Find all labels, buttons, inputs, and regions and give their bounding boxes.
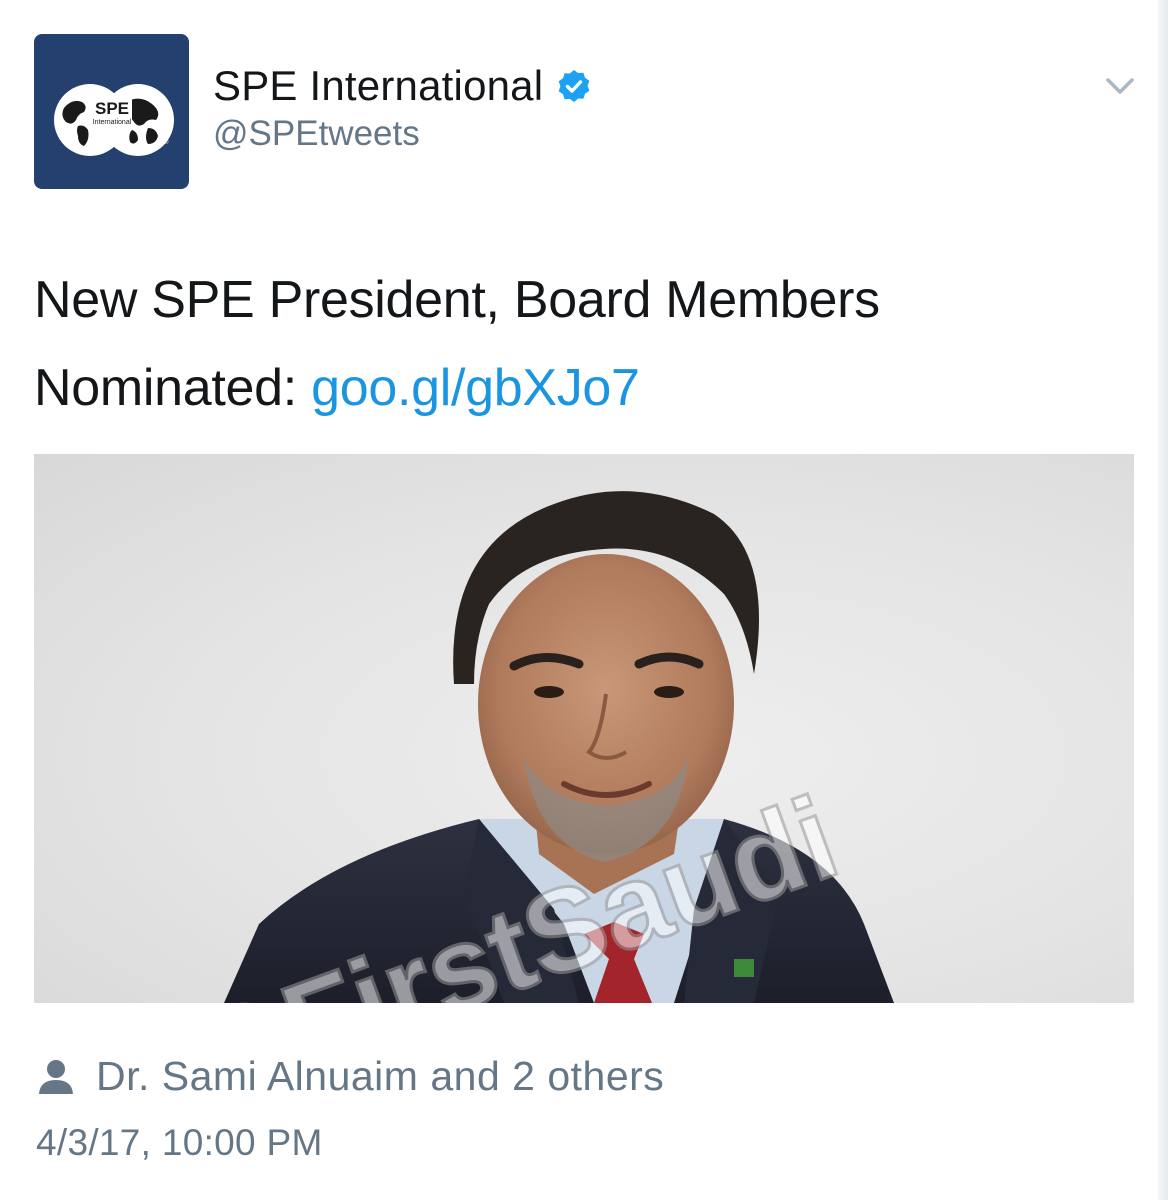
tweet-media-photo[interactable]: @FirstSaudi [34,454,1134,1003]
right-edge-shadow [1158,0,1168,1200]
tagged-people-row[interactable]: Dr. Sami Alnuaim and 2 others [36,1050,664,1102]
avatar-logo-subtext: International [93,119,132,126]
svg-text:®: ® [164,139,169,146]
tagged-people-label[interactable]: Dr. Sami Alnuaim and 2 others [96,1053,664,1100]
account-handle[interactable]: @SPEtweets [213,114,420,154]
spe-logo-icon: SPE International ® [54,84,174,156]
profile-avatar[interactable]: SPE International ® [34,34,189,189]
person-icon [39,1060,73,1094]
avatar-logo-text: SPE [95,99,129,118]
tweet-text: New SPE President, Board Members Nominat… [34,256,1114,432]
verified-badge-icon [558,70,590,102]
tweet-link[interactable]: goo.gl/gbXJo7 [311,359,640,417]
tweet-timestamp: 4/3/17, 10:00 PM [36,1122,323,1163]
portrait-photo: @FirstSaudi [156,491,894,1003]
display-name[interactable]: SPE International [213,62,543,110]
account-name-row[interactable]: SPE International [213,60,591,112]
chevron-down-icon[interactable] [1102,72,1138,102]
